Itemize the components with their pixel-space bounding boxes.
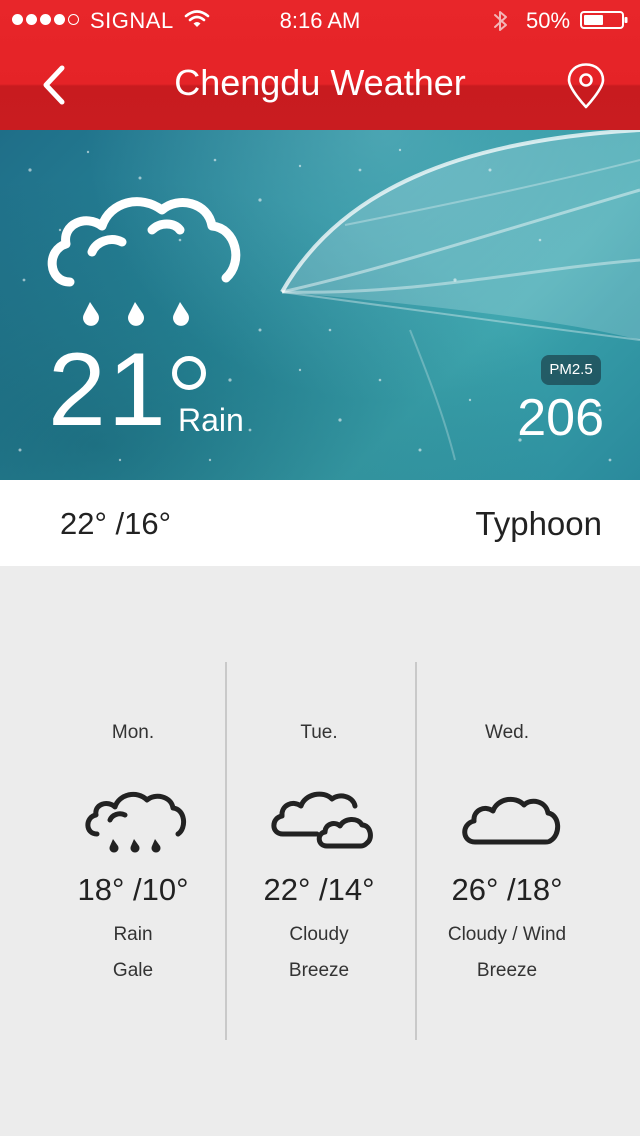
weather-alert: Typhoon — [475, 505, 602, 542]
page-title: Chengdu Weather — [174, 62, 466, 103]
pm25-value: 206 — [517, 389, 604, 447]
forecast-range: 22° /14° — [263, 872, 375, 907]
degree-symbol — [172, 356, 206, 390]
forecast-condition: Cloudy / Wind — [447, 924, 567, 945]
forecast-day[interactable]: Wed. 26° /18° Cloudy / Wind Breeze — [414, 662, 600, 1040]
forecast-day[interactable]: Mon. 18° /10° Rain Gale — [40, 662, 226, 1040]
forecast-wind: Gale — [112, 960, 154, 981]
pm25-badge: PM2.5 — [541, 355, 601, 385]
double-cloud-icon — [271, 791, 373, 849]
forecast-day-name: Tue. — [300, 722, 338, 743]
today-summary-row: 22° /16° Typhoon — [0, 480, 640, 566]
forecast-condition: Cloudy — [289, 924, 349, 945]
current-condition: Rain — [178, 402, 244, 438]
forecast-panel: Mon. 18° /10° Rain Gale Tue. 22° /14° Cl… — [40, 662, 600, 1040]
forecast-wind: Breeze — [476, 960, 538, 981]
forecast-day[interactable]: Tue. 22° /14° Cloudy Breeze — [226, 662, 412, 1040]
status-bar: SIGNAL 8:16 AM 50% — [0, 0, 640, 40]
location-pin-icon[interactable] — [564, 62, 608, 110]
battery-icon — [580, 11, 628, 29]
today-temperature-range: 22° /16° — [60, 506, 171, 541]
forecast-range: 26° /18° — [451, 872, 563, 907]
rain-cloud-icon — [47, 197, 241, 326]
forecast-day-name: Wed. — [484, 722, 529, 743]
forecast-range: 18° /10° — [77, 872, 189, 907]
forecast-condition: Rain — [113, 924, 153, 945]
current-weather-hero: 21 Rain PM2.5 206 — [0, 130, 640, 480]
cloud-icon — [462, 796, 561, 845]
bluetooth-icon — [494, 11, 507, 31]
forecast-day-name: Mon. — [111, 722, 155, 743]
battery-percent: 50% — [526, 8, 571, 33]
current-temperature: 21 — [48, 332, 168, 448]
header-bar: SIGNAL 8:16 AM 50% Chengdu Weather — [0, 0, 640, 130]
rain-cloud-icon — [85, 791, 187, 853]
forecast-wind: Breeze — [288, 960, 350, 981]
